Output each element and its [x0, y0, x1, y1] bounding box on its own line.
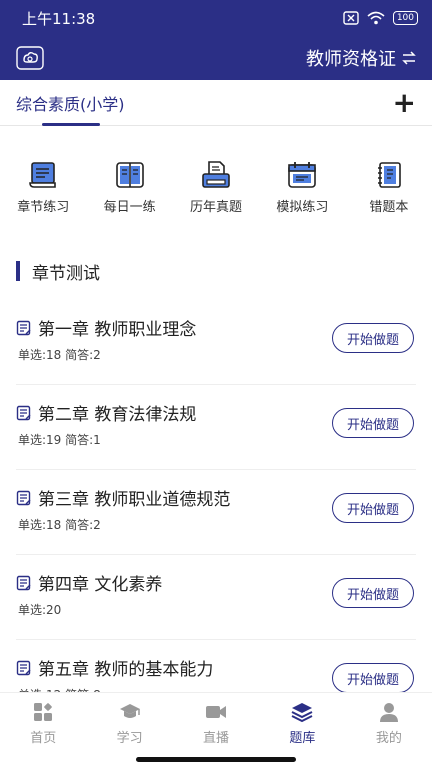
- subject-tab-underline: [42, 123, 100, 126]
- tab-label: 首页: [30, 731, 57, 746]
- list-item[interactable]: 第一章 教师职业理念 单选:18 简答:2 开始做题: [16, 300, 416, 385]
- no-sim-icon: [343, 11, 359, 25]
- home-indicator: [136, 757, 296, 762]
- shortcut-grid: 章节练习 每日一练 历年真题 模拟练习 错题本: [0, 160, 432, 220]
- tab-label: 我的: [375, 731, 402, 746]
- tab-home[interactable]: 首页: [0, 693, 86, 749]
- calendar-icon: [288, 162, 317, 188]
- app-bar: 教师资格证: [0, 36, 432, 80]
- tab-live[interactable]: 直播: [173, 693, 259, 749]
- start-button[interactable]: 开始做题: [332, 663, 414, 693]
- battery-icon: 100: [392, 11, 418, 25]
- header: 上午11:38 100 教师资格证: [0, 0, 432, 80]
- shortcut-label: 章节练习: [17, 200, 70, 215]
- daily-book-icon: [115, 162, 144, 188]
- chapter-title-row: 第五章 教师的基本能力: [16, 655, 213, 680]
- subject-bar: 综合素质(小学) +: [0, 80, 432, 126]
- start-button[interactable]: 开始做题: [332, 578, 414, 608]
- chapter-title-row: 第一章 教师职业理念: [16, 315, 196, 340]
- chapter-title-row: 第四章 文化素养: [16, 570, 162, 595]
- document-icon: [16, 660, 31, 675]
- chapter-title: 第二章 教育法律法规: [38, 405, 197, 425]
- chapter-title: 第四章 文化素养: [38, 575, 163, 595]
- question-count: 单选:18 简答:2: [18, 518, 101, 532]
- shortcut-mistake-book[interactable]: 错题本: [346, 160, 432, 220]
- status-bar: 上午11:38 100: [0, 0, 432, 36]
- stack-icon: [291, 703, 313, 723]
- shortcut-chapter-practice[interactable]: 章节练习: [0, 160, 86, 220]
- shortcut-past-papers[interactable]: 历年真题: [173, 160, 259, 220]
- subject-tab[interactable]: 综合素质(小学): [16, 91, 125, 115]
- chapter-title: 第一章 教师职业理念: [38, 320, 197, 340]
- tab-study[interactable]: 学习: [86, 693, 172, 749]
- tab-mine[interactable]: 我的: [346, 693, 432, 749]
- question-count: 单选:19 简答:1: [18, 433, 101, 447]
- person-icon: [379, 703, 398, 722]
- section-header: 章节测试: [16, 260, 100, 284]
- notebook-icon: [377, 162, 401, 188]
- document-icon: [16, 490, 31, 505]
- tab-question-bank[interactable]: 题库: [259, 693, 345, 749]
- chapter-title-row: 第三章 教师职业道德规范: [16, 485, 230, 510]
- question-count: 单选:20: [18, 603, 62, 617]
- plus-icon[interactable]: +: [393, 88, 416, 117]
- exam-switch-button[interactable]: 教师资格证: [306, 45, 416, 71]
- home-icon: [34, 703, 53, 721]
- chapter-icon: [29, 162, 57, 188]
- chapter-title: 第三章 教师职业道德规范: [38, 490, 231, 510]
- shortcut-label: 历年真题: [190, 200, 243, 215]
- document-icon: [16, 405, 31, 420]
- document-icon: [16, 575, 31, 590]
- shortcut-label: 错题本: [369, 200, 409, 215]
- shortcut-label: 每日一练: [103, 200, 156, 215]
- wifi-icon: [367, 11, 385, 25]
- chapter-title: 第五章 教师的基本能力: [38, 660, 214, 680]
- list-item[interactable]: 第二章 教育法律法规 单选:19 简答:1 开始做题: [16, 385, 416, 470]
- cloud-logo[interactable]: [16, 46, 44, 70]
- document-icon: [16, 320, 31, 335]
- section-title: 章节测试: [32, 263, 100, 284]
- tab-label: 题库: [289, 731, 316, 746]
- start-button[interactable]: 开始做题: [332, 408, 414, 438]
- list-item[interactable]: 第四章 文化素养 单选:20 开始做题: [16, 555, 416, 640]
- video-camera-icon: [206, 706, 227, 718]
- tab-label: 学习: [116, 731, 143, 746]
- swap-icon: [402, 51, 416, 65]
- printer-icon: [202, 161, 230, 188]
- question-count: 单选:18 简答:2: [18, 348, 101, 362]
- tab-label: 直播: [203, 731, 230, 746]
- app-title: 教师资格证: [306, 49, 396, 70]
- start-button[interactable]: 开始做题: [332, 323, 414, 353]
- list-item[interactable]: 第三章 教师职业道德规范 单选:18 简答:2 开始做题: [16, 470, 416, 555]
- section-marker: [16, 261, 20, 281]
- graduation-cap-icon: [119, 704, 140, 718]
- bottom-tab-bar: 首页 学习 直播 题库 我的: [0, 692, 432, 768]
- start-button[interactable]: 开始做题: [332, 493, 414, 523]
- shortcut-label: 模拟练习: [276, 200, 329, 215]
- status-time: 上午11:38: [22, 9, 96, 28]
- chapter-list: 第一章 教师职业理念 单选:18 简答:2 开始做题 第二章 教育法律法规 单选…: [16, 300, 416, 725]
- shortcut-daily-practice[interactable]: 每日一练: [86, 160, 172, 220]
- shortcut-mock-practice[interactable]: 模拟练习: [259, 160, 345, 220]
- status-icons: 100: [343, 11, 418, 25]
- chapter-title-row: 第二章 教育法律法规: [16, 400, 196, 425]
